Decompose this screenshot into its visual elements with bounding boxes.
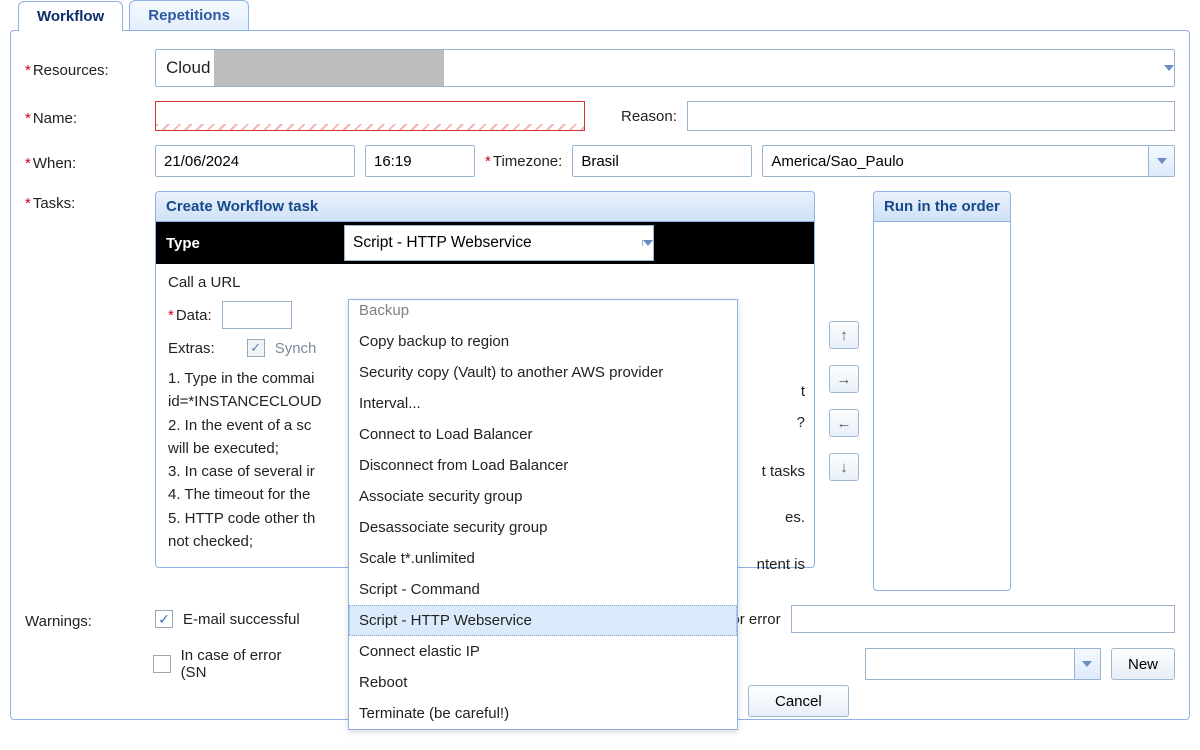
type-dropdown-list: Backup Copy backup to region Security co… bbox=[348, 299, 738, 730]
type-option[interactable]: Backup bbox=[349, 300, 737, 326]
move-left-button[interactable]: ← bbox=[829, 409, 859, 437]
type-option[interactable]: Disconnect from Load Balancer bbox=[349, 450, 737, 481]
resources-value: Cloud bbox=[156, 58, 210, 78]
timezone-region-combo[interactable] bbox=[572, 145, 752, 177]
timezone-zone-combo[interactable] bbox=[762, 145, 1175, 177]
data-input[interactable] bbox=[222, 301, 292, 329]
resources-masked-area bbox=[214, 50, 444, 86]
type-option[interactable]: Associate security group bbox=[349, 481, 737, 512]
type-label: Type bbox=[166, 235, 200, 252]
tab-repetitions[interactable]: Repetitions bbox=[129, 0, 249, 30]
extras-sync-text: Synch bbox=[275, 340, 317, 357]
time-field[interactable] bbox=[365, 145, 475, 177]
type-strip: Type bbox=[156, 222, 814, 264]
type-trigger[interactable] bbox=[642, 240, 653, 246]
peek-ntent: ntent is bbox=[757, 556, 805, 573]
run-order-panel: Run in the order bbox=[873, 191, 1011, 591]
type-option[interactable]: Security copy (Vault) to another AWS pro… bbox=[349, 357, 737, 388]
timezone-zone-trigger[interactable] bbox=[1148, 146, 1174, 176]
timezone-label: *Timezone: bbox=[485, 153, 562, 170]
snps-combo[interactable] bbox=[865, 648, 1101, 680]
type-option[interactable]: Scale t*.unlimited bbox=[349, 543, 737, 574]
type-option[interactable]: Desassociate security group bbox=[349, 512, 737, 543]
extras-label: Extras: bbox=[168, 340, 215, 357]
date-field[interactable]: 🗓 bbox=[155, 145, 355, 177]
chevron-down-icon bbox=[1164, 65, 1174, 71]
name-label: *Name: bbox=[25, 106, 145, 127]
type-option[interactable]: Terminate (be careful!) bbox=[349, 698, 737, 729]
chevron-down-icon bbox=[1157, 158, 1167, 164]
peek-tasks: t tasks bbox=[762, 463, 805, 480]
snps-trigger[interactable] bbox=[1074, 649, 1100, 679]
name-input[interactable] bbox=[155, 101, 585, 131]
resources-combo[interactable]: Cloud bbox=[155, 49, 1175, 87]
reason-input[interactable] bbox=[687, 101, 1175, 131]
workflow-panel: *Resources: Cloud *Name: Reason: *When: … bbox=[10, 30, 1190, 720]
when-label: *When: bbox=[25, 151, 145, 172]
error-snps-checkbox[interactable] bbox=[153, 655, 171, 673]
type-combo[interactable] bbox=[344, 225, 654, 261]
email-success-text: E-mail successful bbox=[183, 611, 300, 628]
type-option-selected[interactable]: Script - HTTP Webservice bbox=[349, 605, 737, 636]
type-option[interactable]: Script - Command bbox=[349, 574, 737, 605]
move-down-button[interactable]: ↓ bbox=[829, 453, 859, 481]
type-input[interactable] bbox=[345, 230, 642, 256]
tab-workflow[interactable]: Workflow bbox=[18, 1, 123, 31]
arrow-column: ↑ → ← ↓ bbox=[829, 321, 859, 481]
error-snps-text: In case of error (SN bbox=[181, 647, 310, 681]
move-right-button[interactable]: → bbox=[829, 365, 859, 393]
new-button[interactable]: New bbox=[1111, 648, 1175, 680]
reason-label: Reason: bbox=[621, 108, 677, 125]
create-task-header: Create Workflow task bbox=[156, 192, 814, 222]
chevron-down-icon bbox=[643, 240, 653, 246]
peek-q: ? bbox=[797, 414, 805, 431]
chevron-down-icon bbox=[1082, 661, 1092, 667]
resources-trigger[interactable] bbox=[1164, 65, 1174, 71]
extras-sync-checkbox[interactable]: ✓ bbox=[247, 339, 265, 357]
data-label: Data: bbox=[176, 307, 212, 324]
type-option[interactable]: Reboot bbox=[349, 667, 737, 698]
type-option[interactable]: Copy backup to region bbox=[349, 326, 737, 357]
email-success-checkbox[interactable]: ✓ bbox=[155, 610, 173, 628]
timezone-zone-input[interactable] bbox=[763, 149, 1148, 174]
timezone-region-input[interactable] bbox=[573, 149, 788, 174]
peek-t: t bbox=[801, 383, 805, 400]
warnings-label: Warnings: bbox=[25, 609, 145, 630]
date-input[interactable] bbox=[156, 149, 371, 174]
cancel-button[interactable]: Cancel bbox=[748, 685, 849, 717]
resources-label: *Resources: bbox=[25, 58, 145, 79]
run-order-header: Run in the order bbox=[874, 192, 1010, 222]
type-option[interactable]: Connect to Load Balancer bbox=[349, 419, 737, 450]
mail-error-input[interactable] bbox=[791, 605, 1175, 633]
call-url-text: Call a URL bbox=[168, 274, 802, 291]
move-up-button[interactable]: ↑ bbox=[829, 321, 859, 349]
type-option[interactable]: Connect elastic IP bbox=[349, 636, 737, 667]
peek-es: es. bbox=[785, 509, 805, 526]
tasks-label: *Tasks: bbox=[25, 191, 145, 212]
type-option[interactable]: Interval... bbox=[349, 388, 737, 419]
